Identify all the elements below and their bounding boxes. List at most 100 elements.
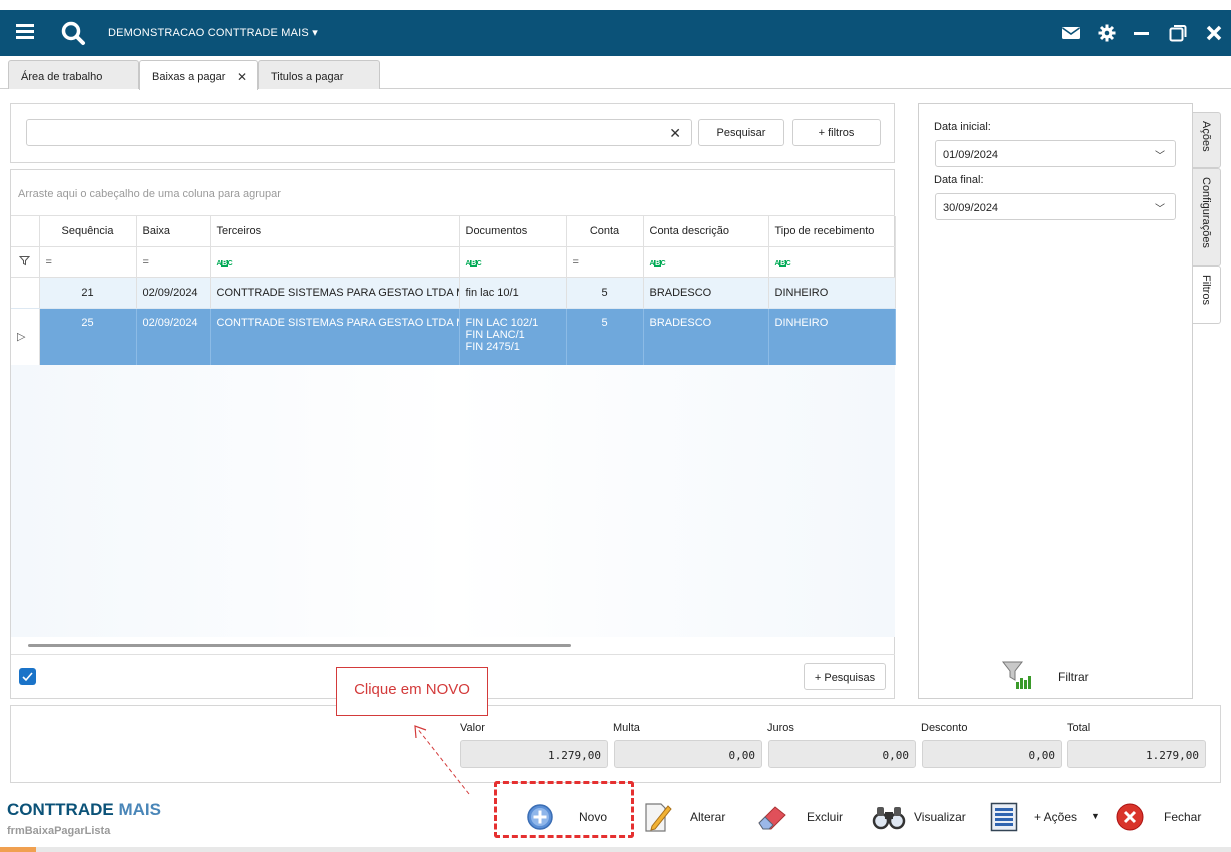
cell-conta: 5 [566,308,644,365]
document-line: FIN LANC/1 [465,328,525,341]
callout-arrow-icon [414,725,470,795]
cell-terceiros: CONTTRADE SISTEMAS PARA GESTAO LTDA ME [210,308,460,365]
row-indicator [11,277,40,309]
table-row[interactable]: 21 02/09/2024 CONTTRADE SISTEMAS PARA GE… [11,277,896,309]
search-icon[interactable] [60,20,86,46]
juros-field: 0,00 [768,740,916,768]
brand-main: CONTTRADE [7,800,114,819]
cell-conta-descricao: BRADESCO [643,308,769,365]
data-inicial-label: Data inicial: [934,121,991,133]
close-circle-icon [1116,803,1144,831]
data-final-field[interactable]: 30/09/2024 ﹀ [935,193,1176,220]
alterar-label: Alterar [690,810,726,824]
search-input[interactable]: ✕ [26,119,692,146]
edit-document-icon [645,803,672,832]
brand-accent: MAIS [113,800,161,819]
filtrar-button[interactable]: Filtrar [1000,660,1110,692]
cell-sequencia: 25 [39,308,137,365]
side-tab-acoes[interactable]: Ações [1193,112,1221,168]
pesquisar-label: Pesquisar [716,127,766,139]
cell-documentos: fin lac 10/1 [459,277,567,309]
clear-search-icon[interactable]: ✕ [669,125,681,142]
desconto-field: 0,00 [922,740,1062,768]
cell-sequencia: 21 [39,277,137,309]
filter-row: = = ABC ABC = ABC ABC [11,246,896,278]
tab-close-icon[interactable]: ✕ [237,70,247,84]
alterar-button[interactable]: Alterar [643,800,743,834]
excluir-label: Excluir [807,810,844,824]
table-row-selected[interactable]: ▷ 25 02/09/2024 CONTTRADE SISTEMAS PARA … [11,308,896,365]
checkmark-icon [22,672,33,682]
eraser-icon [758,806,786,830]
tab-label: Baixas a pagar [152,71,226,83]
company-selector[interactable]: DEMONSTRACAO CONTTRADE MAIS ▾ [108,26,318,39]
data-inicial-field[interactable]: 01/09/2024 ﹀ [935,140,1176,167]
multa-field: 0,00 [614,740,762,768]
list-icon [990,802,1018,832]
tab-area-de-trabalho[interactable]: Área de trabalho [8,60,139,89]
visualizar-button[interactable]: Visualizar [872,800,982,834]
cell-terceiros: CONTTRADE SISTEMAS PARA GESTAO LTDA ME [210,277,460,309]
filter-cell-conta-descricao[interactable]: ABC [643,246,769,278]
column-header-documentos[interactable]: Documentos [459,216,567,247]
mail-icon[interactable] [1061,23,1081,43]
horizontal-scrollbar[interactable] [28,644,571,647]
caret-down-icon: ▼ [1091,811,1100,821]
text-filter-icon: ABC [216,259,233,267]
title-bar: DEMONSTRACAO CONTTRADE MAIS ▾ [0,10,1231,56]
close-icon[interactable] [1204,23,1224,43]
tab-label: Área de trabalho [21,71,103,83]
restore-icon[interactable] [1168,23,1188,43]
gear-icon[interactable] [1097,23,1117,43]
chevron-down-icon[interactable]: ﹀ [1155,200,1165,215]
data-grid: Sequência Baixa Terceiros Documentos Con… [11,216,896,365]
excluir-button[interactable]: Excluir [757,800,857,834]
juros-label: Juros [767,722,794,734]
tab-baixas-a-pagar[interactable]: Baixas a pagar ✕ [139,60,258,90]
pesquisas-button[interactable]: + Pesquisas [804,663,886,690]
cell-conta: 5 [566,277,644,309]
filter-cell-sequencia[interactable]: = [39,246,137,278]
filtros-button[interactable]: + filtros [792,119,881,146]
brand-logo: CONTTRADE MAIS [7,800,161,820]
text-filter-icon: ABC [774,259,791,267]
pesquisas-label: + Pesquisas [814,672,876,684]
side-tab-filtros[interactable]: Filtros [1193,266,1221,324]
select-all-checkbox[interactable] [19,668,36,685]
current-row-indicator-icon: ▷ [11,308,40,365]
filter-cell-documentos[interactable]: ABC [459,246,567,278]
cell-documentos: FIN LAC 102/1 FIN LANC/1 FIN 2475/1 [459,308,567,365]
minimize-icon[interactable] [1132,23,1152,43]
filter-cell-conta[interactable]: = [566,246,644,278]
tab-titulos-a-pagar[interactable]: Titulos a pagar [258,60,380,89]
hamburger-menu-icon[interactable] [16,24,34,40]
valor-field: 1.279,00 [460,740,608,768]
column-header-conta[interactable]: Conta [566,216,644,247]
company-name: DEMONSTRACAO CONTTRADE MAIS [108,27,309,39]
column-header-sequencia[interactable]: Sequência [39,216,137,247]
data-inicial-value: 01/09/2024 [943,149,999,161]
filtros-label: + filtros [818,127,855,139]
fechar-button[interactable]: Fechar [1115,800,1215,834]
column-header-tipo-recebimento[interactable]: Tipo de recebimento [768,216,896,247]
column-header-conta-descricao[interactable]: Conta descrição [643,216,769,247]
tab-label: Titulos a pagar [271,71,344,83]
desconto-label: Desconto [921,722,968,734]
document-line: FIN 2475/1 [465,340,520,353]
filter-cell-baixa[interactable]: = [136,246,211,278]
cell-baixa: 02/09/2024 [136,308,211,365]
filter-cell-tipo-recebimento[interactable]: ABC [768,246,896,278]
cell-tipo-recebimento: DINHEIRO [768,308,896,365]
mais-acoes-button[interactable]: + Ações ▼ [990,800,1105,834]
pesquisar-button[interactable]: Pesquisar [698,119,784,146]
column-header-baixa[interactable]: Baixa [136,216,211,247]
status-strip [0,847,1231,852]
column-header-terceiros[interactable]: Terceiros [210,216,460,247]
side-tab-configuracoes[interactable]: Configurações [1193,168,1221,266]
side-tab-label: Filtros [1200,275,1212,305]
filter-cell-terceiros[interactable]: ABC [210,246,460,278]
side-tab-label: Configurações [1200,177,1212,248]
cell-conta-descricao: BRADESCO [643,277,769,309]
chevron-down-icon[interactable]: ﹀ [1155,147,1165,162]
binoculars-icon [872,807,906,830]
